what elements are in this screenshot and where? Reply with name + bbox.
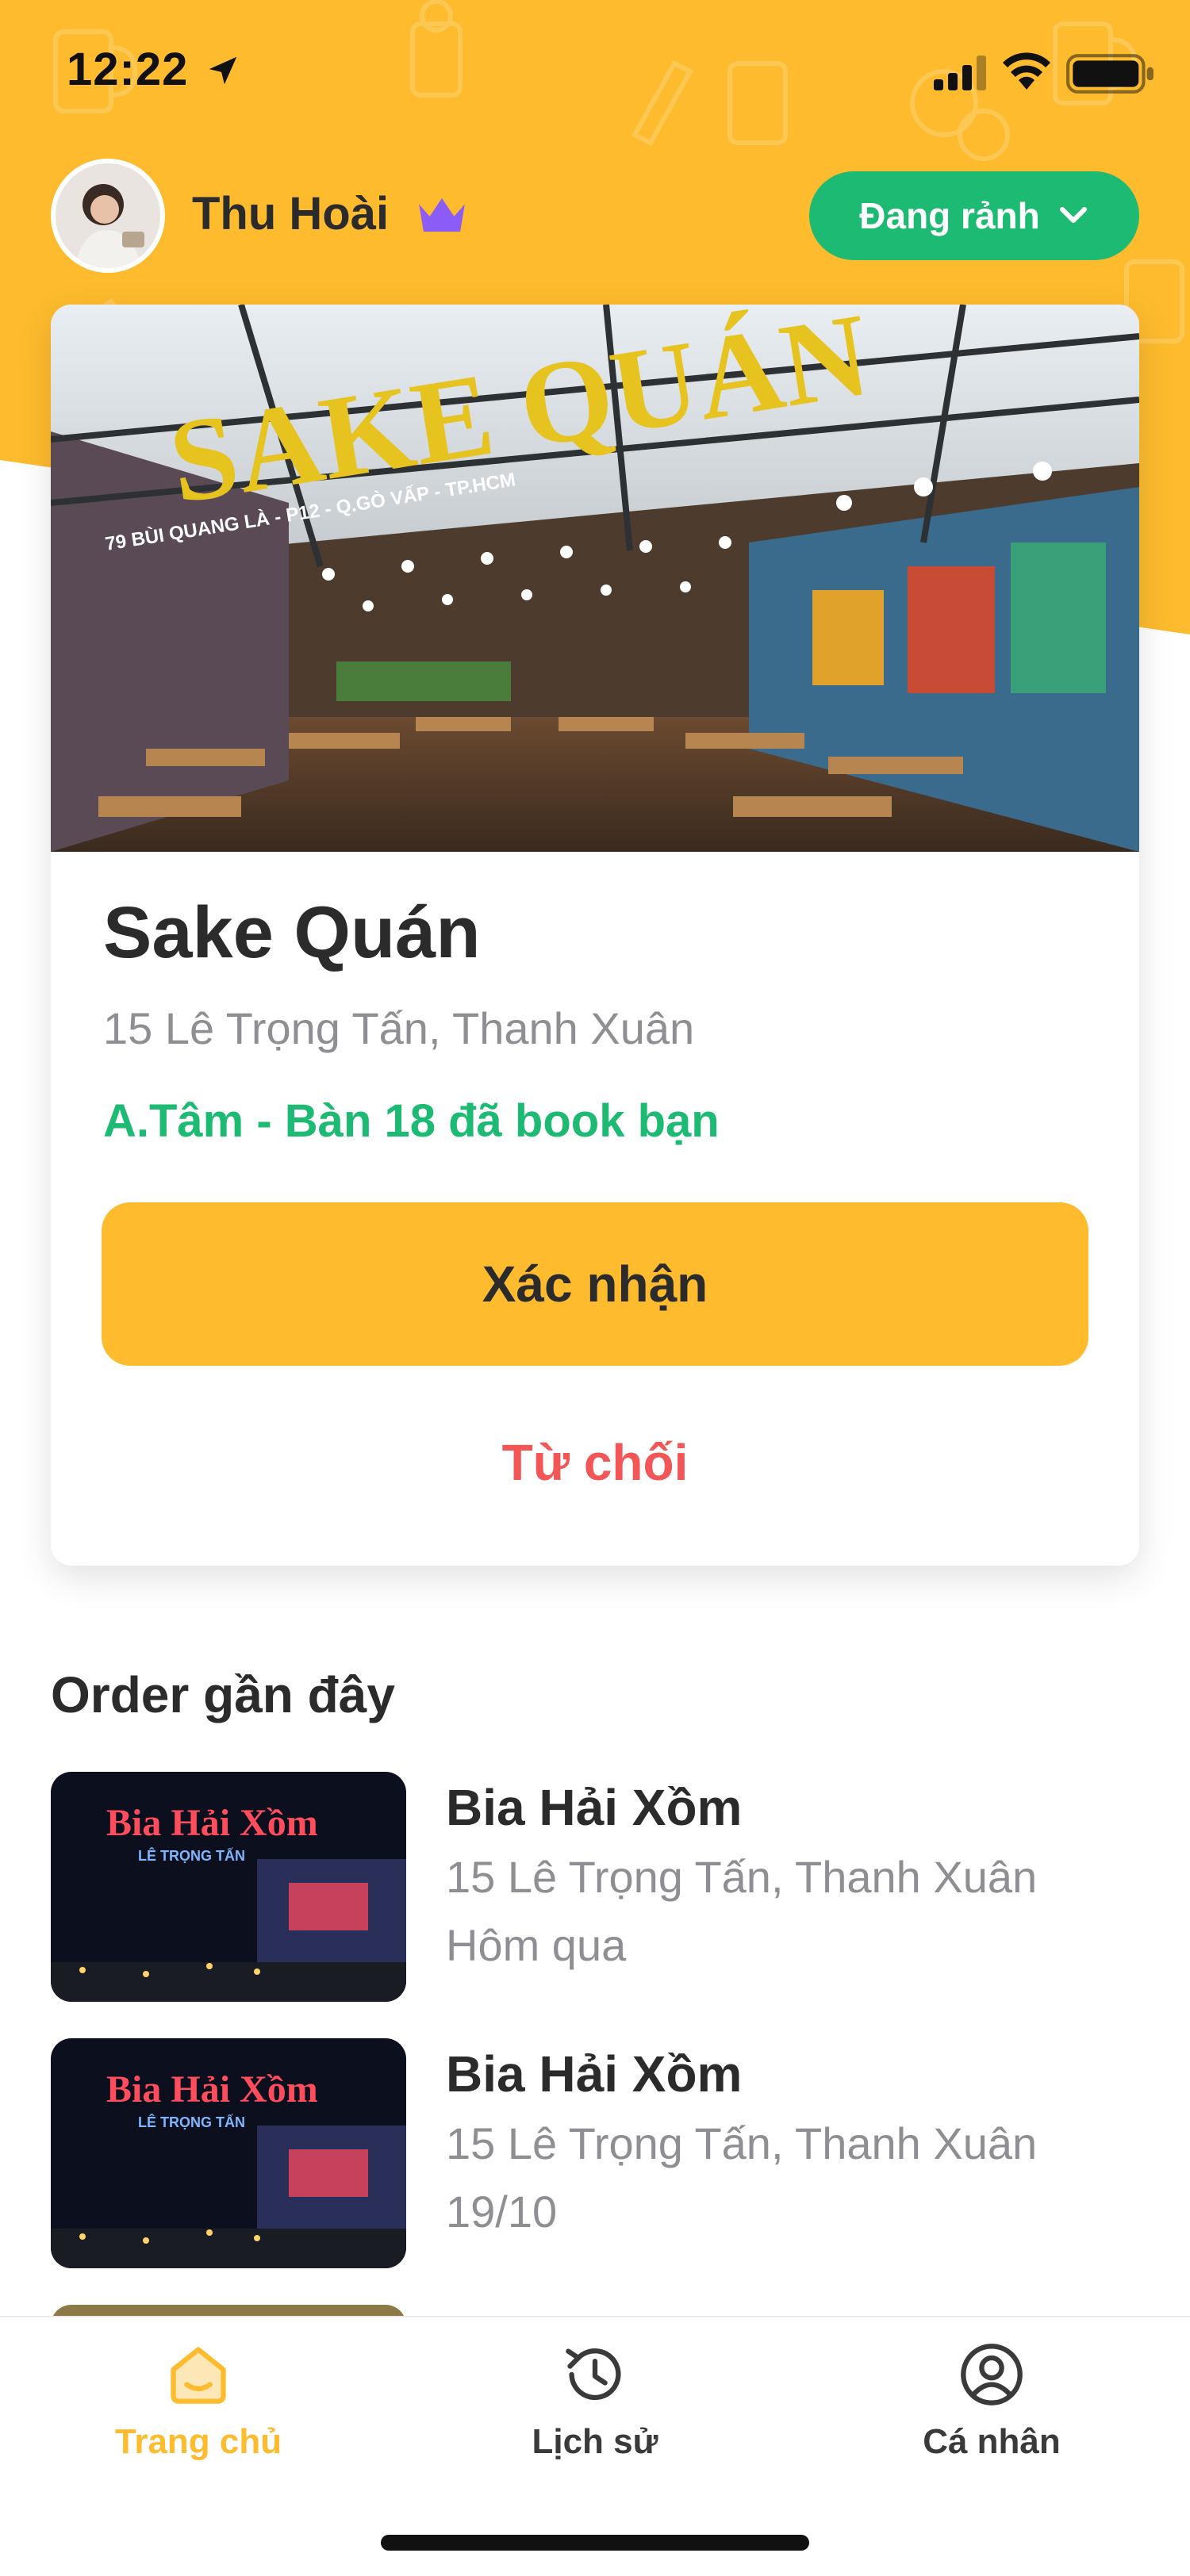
order-address: 15 Lê Trọng Tấn, Thanh Xuân [446,2118,1038,2168]
user-icon [961,2344,1023,2405]
tab-home-label: Trang chủ [114,2422,282,2461]
thumb-sign-text: Bia Hải Xồm [106,1802,318,1844]
location-arrow-icon [209,56,237,85]
order-thumbnail: Bia Hải Xồm LÊ TRỌNG TẤN [51,2038,406,2268]
status-bar: 12:22 [0,0,1190,143]
venue-photo: SAKE QUÁN 79 BÙI QUANG LÀ - P12 - Q.GÒ V… [51,305,1139,852]
battery-icon [1066,54,1154,94]
order-list-item[interactable]: Bia Hải Xồm LÊ TRỌNG TẤN Bia Hải Xồm 15 … [51,1772,1139,2002]
tab-profile-label: Cá nhân [923,2422,1061,2461]
recent-orders-title: Order gần đây [51,1666,395,1723]
order-date: 19/10 [446,2187,558,2237]
venue-address: 15 Lê Trọng Tấn, Thanh Xuân [103,1003,695,1053]
chevron-down-icon [1059,207,1087,223]
order-address: 15 Lê Trọng Tấn, Thanh Xuân [446,1852,1038,1902]
order-date: Hôm qua [446,1920,627,1970]
confirm-button[interactable]: Xác nhận [102,1202,1088,1366]
tab-history-label: Lịch sử [532,2422,658,2461]
venue-name: Sake Quán [103,892,481,973]
reject-button[interactable]: Từ chối [102,1407,1088,1518]
availability-status-dropdown[interactable]: Đang rảnh [809,171,1139,260]
order-name: Bia Hải Xồm [446,2045,743,2103]
status-time: 12:22 [67,44,189,95]
tab-profile[interactable]: Cá nhân [873,2341,1111,2500]
thumb-subsign-text: LÊ TRỌNG TẤN [138,1847,245,1864]
booking-note: A.Tâm - Bàn 18 đã book bạn [103,1095,720,1147]
order-thumbnail: Bia Hải Xồm LÊ TRỌNG TẤN [51,1772,406,2002]
thumb-subsign-text: LÊ TRỌNG TẤN [138,2114,245,2130]
avatar-photo [56,163,160,268]
order-name: Bia Hải Xồm [446,1779,743,1836]
user-name: Thu Hoài [192,188,390,240]
home-indicator [381,2535,809,2551]
thumb-sign-text: Bia Hải Xồm [106,2068,318,2110]
tab-history[interactable]: Lịch sử [476,2341,714,2500]
tab-home[interactable]: Trang chủ [79,2341,317,2500]
availability-status-label: Đang rảnh [859,195,1040,236]
home-icon [171,2347,226,2404]
crown-icon [419,197,465,232]
wifi-icon [1003,52,1050,90]
order-list-item[interactable]: Bia Hải Xồm LÊ TRỌNG TẤN Bia Hải Xồm 15 … [51,2038,1139,2268]
booking-card: SAKE QUÁN 79 BÙI QUANG LÀ - P12 - Q.GÒ V… [51,305,1139,1566]
cellular-signal-icon [934,56,986,90]
avatar[interactable] [51,159,165,273]
history-icon [566,2348,621,2401]
